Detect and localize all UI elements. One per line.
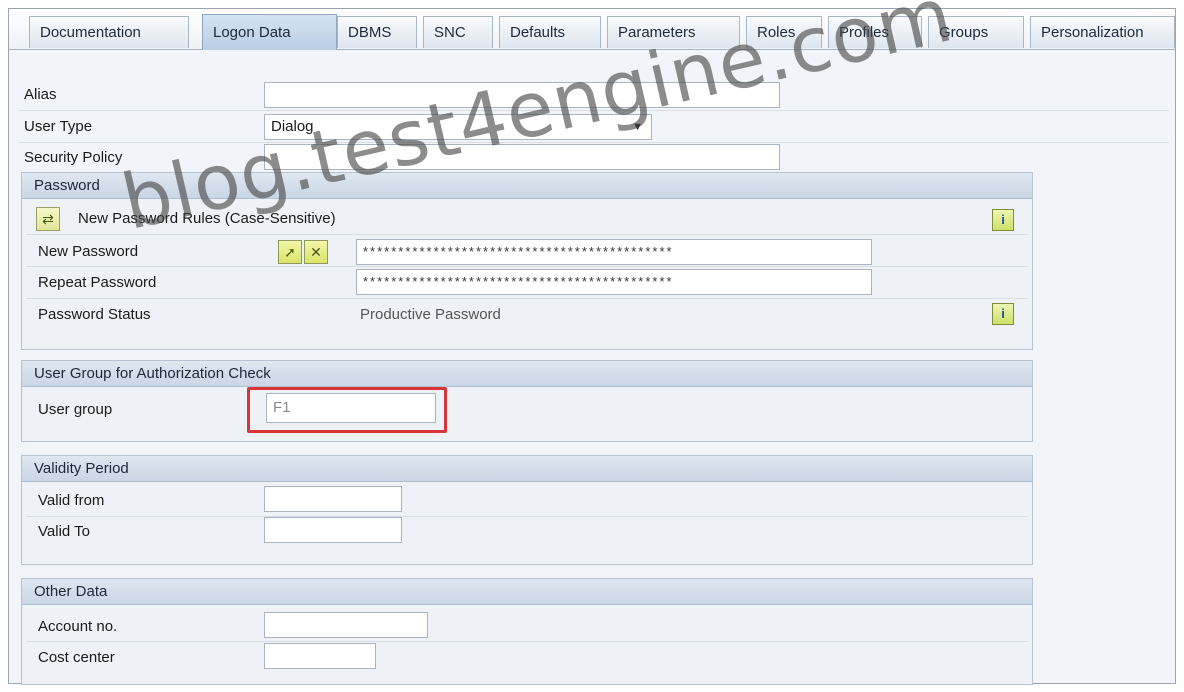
new-password-field[interactable]: ****************************************… — [356, 239, 872, 265]
alias-label: Alias — [24, 86, 57, 103]
tab-personalization[interactable]: Personalization — [1030, 16, 1175, 48]
new-password-label: New Password — [38, 243, 139, 260]
cost-center-label: Cost center — [38, 649, 115, 666]
password-rules-label: New Password Rules (Case-Sensitive) — [78, 210, 336, 227]
password-group-header: Password — [22, 173, 1032, 199]
tab-snc[interactable]: SNC — [423, 16, 493, 48]
tab-roles[interactable]: Roles — [746, 16, 822, 48]
tab-strip: Documentation Logon Data DBMS SNC Defaul… — [9, 9, 1175, 50]
alias-field[interactable] — [264, 82, 780, 108]
password-status-value: Productive Password — [360, 306, 501, 323]
cost-center-field[interactable] — [264, 643, 376, 669]
info-icon[interactable]: i — [992, 209, 1014, 231]
user-maintenance-window: Documentation Logon Data DBMS SNC Defaul… — [8, 0, 1176, 685]
validity-group-header: Validity Period — [22, 456, 1032, 482]
row-divider — [26, 298, 1028, 299]
valid-from-field[interactable] — [264, 486, 402, 512]
security-policy-field[interactable] — [264, 144, 780, 170]
user-type-dropdown[interactable]: Dialog ▼ — [264, 114, 652, 140]
validity-group: Validity Period Valid from Valid To — [21, 455, 1033, 565]
highlight-box — [247, 387, 447, 433]
password-group: Password ⇄ New Password Rules (Case-Sens… — [21, 172, 1033, 350]
row-divider — [19, 142, 1169, 143]
password-rules-icon[interactable]: ⇄ — [36, 207, 60, 231]
security-policy-label: Security Policy — [24, 149, 123, 166]
tab-groups[interactable]: Groups — [928, 16, 1024, 48]
valid-from-label: Valid from — [38, 492, 105, 509]
tab-documentation[interactable]: Documentation — [29, 16, 189, 48]
password-status-label: Password Status — [38, 306, 151, 323]
generate-password-icon[interactable]: ➚ — [278, 240, 302, 264]
repeat-password-field[interactable]: ****************************************… — [356, 269, 872, 295]
dropdown-arrow-icon[interactable]: ▼ — [632, 115, 643, 139]
other-data-header: Other Data — [22, 579, 1032, 605]
valid-to-label: Valid To — [38, 523, 90, 540]
row-divider — [26, 516, 1028, 517]
account-no-field[interactable] — [264, 612, 428, 638]
user-group-section: User Group for Authorization Check User … — [21, 360, 1033, 442]
tab-parameters[interactable]: Parameters — [607, 16, 740, 48]
tab-profiles[interactable]: Profiles — [828, 16, 922, 48]
user-type-value: Dialog — [271, 118, 314, 135]
row-divider — [26, 641, 1028, 642]
tab-logon-data[interactable]: Logon Data — [202, 14, 337, 50]
row-divider — [26, 234, 1028, 235]
user-group-label: User group — [38, 401, 113, 418]
other-data-group: Other Data Account no. Cost center — [21, 578, 1033, 685]
repeat-password-label: Repeat Password — [38, 274, 157, 291]
row-divider — [19, 110, 1169, 111]
tab-defaults[interactable]: Defaults — [499, 16, 601, 48]
row-divider — [26, 266, 1028, 267]
account-no-label: Account no. — [38, 618, 118, 635]
tab-dbms[interactable]: DBMS — [337, 16, 417, 48]
deactivate-password-icon[interactable]: ✕ — [304, 240, 328, 264]
info-icon[interactable]: i — [992, 303, 1014, 325]
user-type-label: User Type — [24, 118, 93, 135]
user-group-header: User Group for Authorization Check — [22, 361, 1032, 387]
valid-to-field[interactable] — [264, 517, 402, 543]
